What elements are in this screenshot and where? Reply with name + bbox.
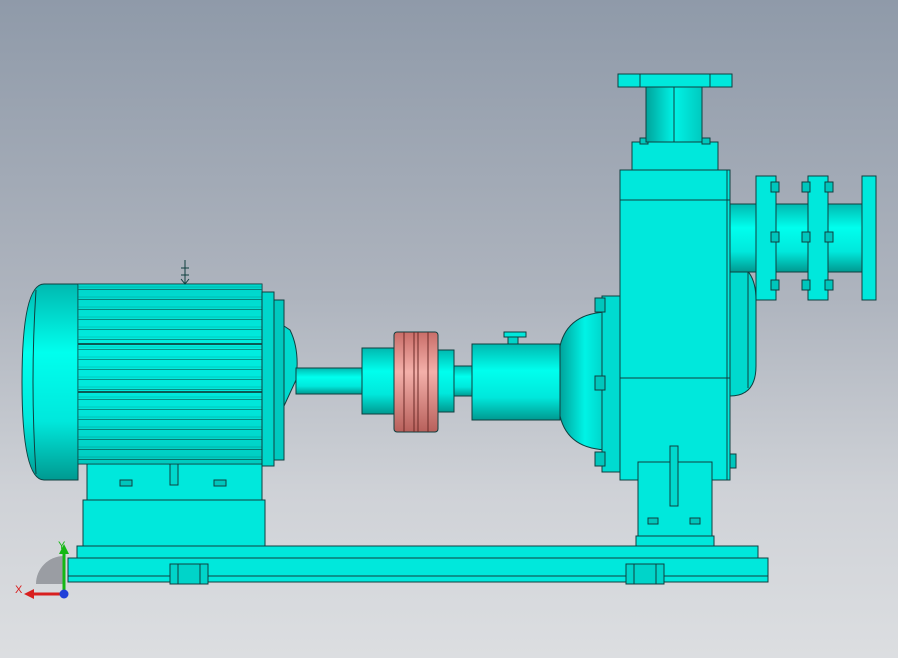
- pump-bracket-dome[interactable]: [559, 295, 623, 473]
- coupling-hub-motor-side[interactable]: [361, 347, 395, 415]
- x-axis-arrowhead: [24, 589, 34, 599]
- coupling-hub-pump-side[interactable]: [437, 349, 455, 413]
- bearing-housing[interactable]: [471, 331, 561, 421]
- triad-quadrant: [36, 556, 64, 584]
- pump-shaft[interactable]: [453, 365, 473, 397]
- reference-triad: Y X: [15, 540, 69, 599]
- pump-assembly-model[interactable]: [0, 0, 898, 658]
- motor-shaft[interactable]: [295, 367, 363, 395]
- base-frame[interactable]: [67, 545, 769, 585]
- suction-inlet-pipe[interactable]: [617, 73, 733, 171]
- cad-graphics-viewport[interactable]: Y X: [0, 0, 898, 658]
- electric-motor[interactable]: [21, 260, 298, 481]
- shaft-coupling[interactable]: [393, 331, 439, 433]
- z-axis-dot: [59, 589, 69, 599]
- x-axis-label: X: [15, 584, 23, 596]
- y-axis-label: Y: [58, 540, 66, 552]
